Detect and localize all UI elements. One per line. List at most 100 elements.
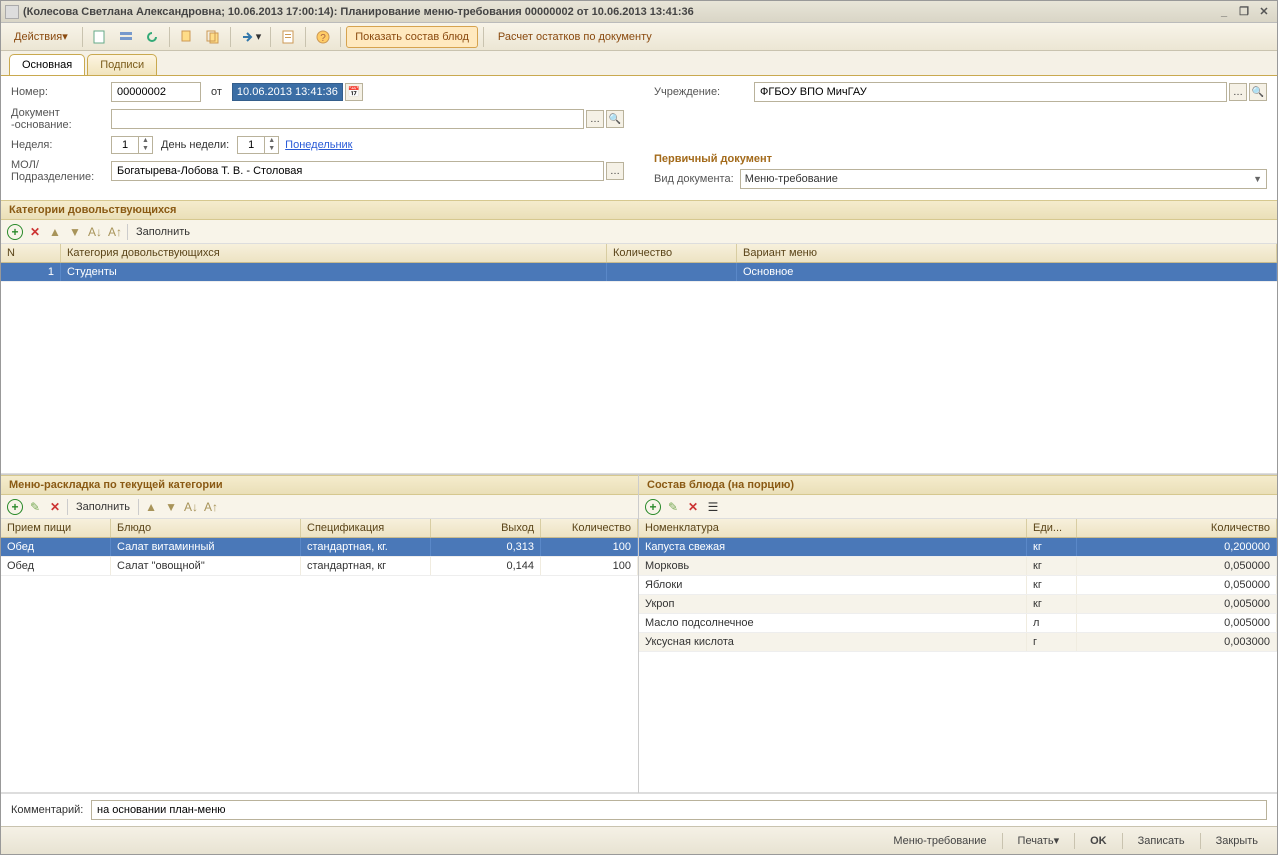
institution-input[interactable] [754,82,1227,102]
comp-edit-icon[interactable]: ✎ [665,499,681,515]
cat-delete-icon[interactable]: ✕ [27,224,43,240]
menu-col-spec[interactable]: Спецификация [301,519,431,537]
from-label: от [211,86,222,98]
primary-doc-header: Первичный документ [654,153,1267,165]
comp-col-qty[interactable]: Количество [1077,519,1277,537]
comment-label: Комментарий: [11,804,91,816]
categories-toolbar: + ✕ ▲ ▼ A↓ A↑ Заполнить [1,220,1277,244]
cat-add-icon[interactable]: + [7,224,23,240]
menu-header: Меню-раскладка по текущей категории [1,475,638,495]
save-button[interactable]: Записать [1127,831,1196,851]
maximize-button[interactable]: ❐ [1235,4,1253,20]
menu-fill-button[interactable]: Заполнить [72,501,134,513]
cat-down-icon[interactable]: ▼ [67,224,83,240]
cat-col-n[interactable]: N [1,244,61,262]
cat-col-variant[interactable]: Вариант меню [737,244,1277,262]
table-row[interactable]: Укропкг0,005000 [639,595,1277,614]
window-title: (Колесова Светлана Александровна; 10.06.… [23,6,694,18]
categories-header: Категории довольствующихся [1,200,1277,220]
day-link[interactable]: Понедельник [285,139,352,151]
table-row[interactable]: ОбедСалат "овощной"стандартная, кг0,1441… [1,557,638,576]
menu-add-icon[interactable]: + [7,499,23,515]
menu-col-out[interactable]: Выход [431,519,541,537]
tb-new-icon[interactable] [88,26,112,48]
dow-label: День недели: [161,139,229,151]
menu-toolbar: + ✎ ✕ Заполнить ▲ ▼ A↓ A↑ [1,495,638,519]
menu-requirement-button[interactable]: Меню-требование [882,831,997,851]
menu-col-dish[interactable]: Блюдо [111,519,301,537]
main-toolbar: Действия ▾ ▾ ? Показать состав блюд Расч… [1,23,1277,51]
comp-col-nom[interactable]: Номенклатура [639,519,1027,537]
svg-text:?: ? [320,33,326,44]
table-row[interactable]: Яблокикг0,050000 [639,576,1277,595]
cat-fill-button[interactable]: Заполнить [132,226,194,238]
doctype-select[interactable]: Меню-требование▼ [740,169,1267,189]
dept-label: МОЛ/ Подразделение: [11,159,111,183]
composition-header: Состав блюда (на порцию) [639,475,1277,495]
number-label: Номер: [11,86,111,98]
table-row[interactable]: Капуста свежаякг0,200000 [639,538,1277,557]
cat-col-qty[interactable]: Количество [607,244,737,262]
menu-col-qty[interactable]: Количество [541,519,638,537]
tab-main[interactable]: Основная [9,54,85,75]
titlebar: (Колесова Светлана Александровна; 10.06.… [1,1,1277,23]
date-input[interactable]: 10.06.2013 13:41:36 [232,83,343,101]
close-button[interactable]: Закрыть [1205,831,1269,851]
table-row[interactable]: Масло подсолнечноел0,005000 [639,614,1277,633]
minimize-button[interactable]: _ [1215,4,1233,20]
composition-toolbar: + ✎ ✕ ☰ [639,495,1277,519]
menu-sort-desc-icon[interactable]: A↑ [203,499,219,515]
table-row[interactable]: Уксусная кислотаг0,003000 [639,633,1277,652]
table-row[interactable]: Морковькг0,050000 [639,557,1277,576]
menu-sort-asc-icon[interactable]: A↓ [183,499,199,515]
menu-col-meal[interactable]: Прием пищи [1,519,111,537]
comment-input[interactable] [91,800,1267,820]
tab-signatures[interactable]: Подписи [87,54,157,75]
footer-bar: Меню-требование Печать ▾ OK Записать Зак… [1,826,1277,854]
comp-delete-icon[interactable]: ✕ [685,499,701,515]
docbase-select-icon[interactable]: … [586,110,604,128]
menu-down-icon[interactable]: ▼ [163,499,179,515]
table-row[interactable]: 1СтудентыОсновное [1,263,1277,282]
show-composition-button[interactable]: Показать состав блюд [346,26,478,48]
tab-bar: Основная Подписи [1,51,1277,75]
dow-stepper[interactable]: ▲▼ [237,136,279,154]
menu-up-icon[interactable]: ▲ [143,499,159,515]
ok-button[interactable]: OK [1079,831,1118,851]
tb-help-icon[interactable]: ? [311,26,335,48]
comp-add-icon[interactable]: + [645,499,661,515]
comp-select-icon[interactable]: ☰ [705,499,721,515]
tb-goto-icon[interactable]: ▾ [236,26,266,48]
cat-sort-asc-icon[interactable]: A↓ [87,224,103,240]
print-button[interactable]: Печать ▾ [1007,831,1071,851]
actions-menu[interactable]: Действия ▾ [5,26,77,48]
tb-copy-icon[interactable] [175,26,199,48]
docbase-search-icon[interactable]: 🔍 [606,110,624,128]
doctype-label: Вид документа: [654,173,740,185]
week-stepper[interactable]: ▲▼ [111,136,153,154]
dept-input[interactable] [111,161,604,181]
close-window-button[interactable]: ✕ [1255,4,1273,20]
cat-col-category[interactable]: Категория довольствующихся [61,244,607,262]
cat-sort-desc-icon[interactable]: A↑ [107,224,123,240]
tb-list-icon[interactable] [114,26,138,48]
week-label: Неделя: [11,139,111,151]
cat-up-icon[interactable]: ▲ [47,224,63,240]
docbase-input[interactable] [111,109,584,129]
number-input[interactable] [111,82,201,102]
window-icon [5,5,19,19]
tb-refresh-icon[interactable] [140,26,164,48]
menu-edit-icon[interactable]: ✎ [27,499,43,515]
institution-select-icon[interactable]: … [1229,83,1247,101]
docbase-label: Документ -основание: [11,107,111,131]
institution-label: Учреждение: [654,86,754,98]
table-row[interactable]: ОбедСалат витаминныйстандартная, кг.0,31… [1,538,638,557]
comp-col-unit[interactable]: Еди... [1027,519,1077,537]
dept-select-icon[interactable]: … [606,162,624,180]
tb-paste-icon[interactable] [201,26,225,48]
calc-remains-button[interactable]: Расчет остатков по документу [489,26,661,48]
calendar-icon[interactable]: 📅 [345,83,363,101]
menu-delete-icon[interactable]: ✕ [47,499,63,515]
tb-report-icon[interactable] [276,26,300,48]
institution-search-icon[interactable]: 🔍 [1249,83,1267,101]
